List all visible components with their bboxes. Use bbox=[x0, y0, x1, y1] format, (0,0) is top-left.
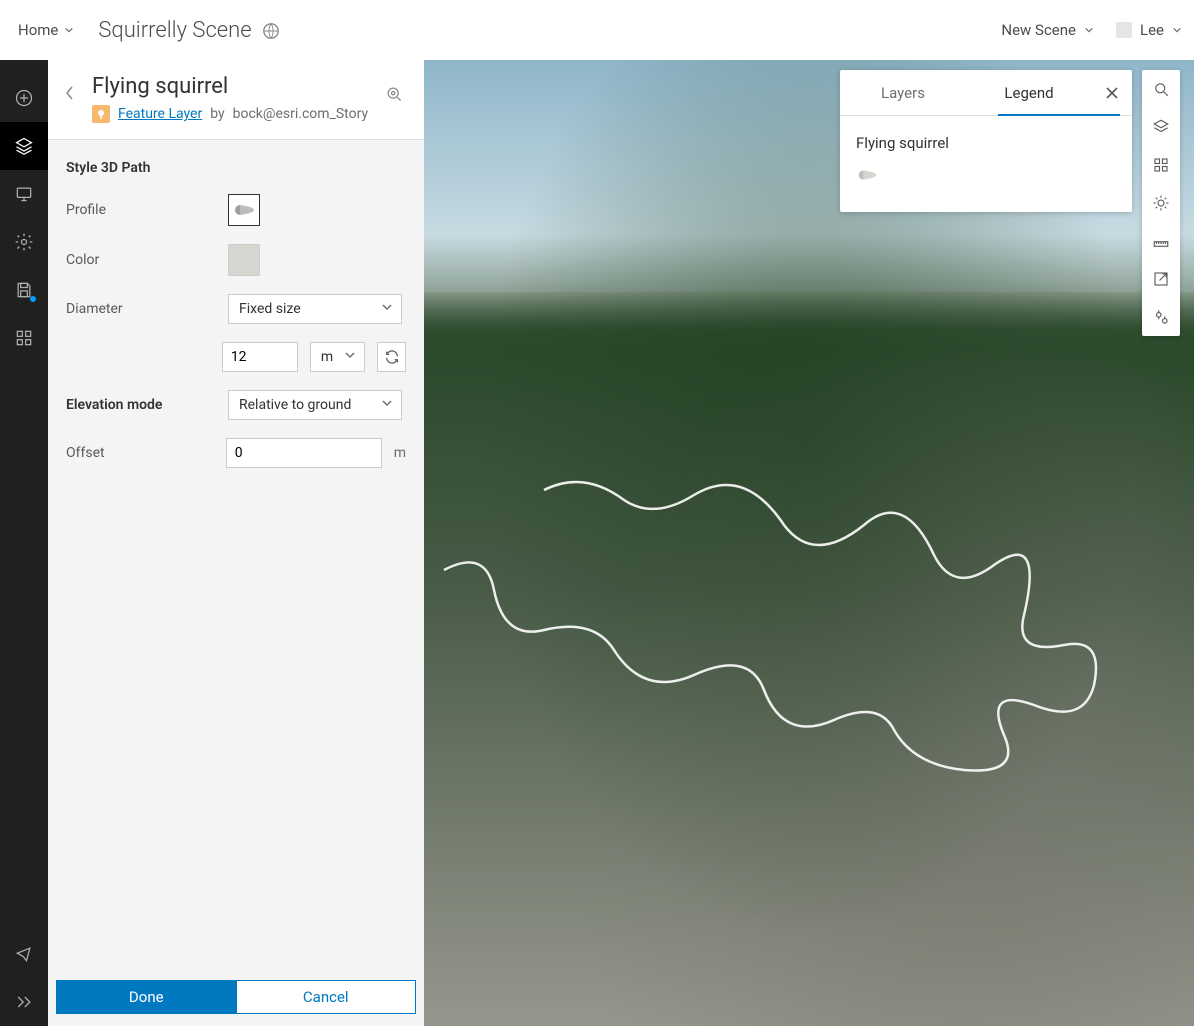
offset-value-input[interactable] bbox=[226, 438, 382, 468]
chevron-down-icon bbox=[381, 301, 393, 317]
home-label: Home bbox=[18, 21, 58, 39]
legend-panel: Layers Legend Flying squirrel bbox=[840, 70, 1132, 212]
chevron-down-icon bbox=[1172, 25, 1182, 35]
profile-label: Profile bbox=[66, 202, 216, 218]
panel-header: Flying squirrel Feature Layer by bock@es… bbox=[48, 60, 424, 140]
tool-rail bbox=[1142, 70, 1180, 336]
scene-title: Squirrelly Scene bbox=[98, 18, 251, 43]
color-picker[interactable] bbox=[228, 244, 260, 276]
zoom-to-layer-button[interactable] bbox=[384, 74, 408, 108]
chevron-down-icon bbox=[1084, 25, 1094, 35]
diameter-value-input[interactable] bbox=[222, 342, 298, 372]
legend-symbol-icon bbox=[856, 166, 878, 184]
owner-label: bock@esri.com_Story bbox=[233, 106, 368, 122]
rail-collapse[interactable] bbox=[0, 978, 48, 1026]
tool-search[interactable] bbox=[1142, 70, 1180, 108]
rail-apps[interactable] bbox=[0, 314, 48, 362]
back-button[interactable] bbox=[56, 74, 84, 102]
user-label: Lee bbox=[1140, 21, 1164, 39]
rail-add[interactable] bbox=[0, 74, 48, 122]
style-panel: Flying squirrel Feature Layer by bock@es… bbox=[48, 60, 424, 1026]
scene-view[interactable]: Layers Legend Flying squirrel bbox=[424, 60, 1194, 1026]
feature-layer-icon bbox=[92, 105, 110, 123]
tab-legend[interactable]: Legend bbox=[966, 70, 1092, 115]
user-menu[interactable]: Lee bbox=[1116, 21, 1182, 39]
rail-feedback[interactable] bbox=[0, 930, 48, 978]
tab-indicator bbox=[998, 114, 1120, 116]
diameter-unit-value: m bbox=[321, 349, 333, 365]
chevron-down-icon bbox=[64, 25, 74, 35]
rail-layers[interactable] bbox=[0, 122, 48, 170]
home-menu[interactable]: Home bbox=[12, 21, 80, 39]
rail-settings[interactable] bbox=[0, 218, 48, 266]
offset-unit: m bbox=[394, 445, 406, 461]
layer-type-link[interactable]: Feature Layer bbox=[118, 106, 202, 122]
tool-share[interactable] bbox=[1142, 260, 1180, 298]
rail-present[interactable] bbox=[0, 170, 48, 218]
tool-measure[interactable] bbox=[1142, 222, 1180, 260]
new-scene-menu[interactable]: New Scene bbox=[1001, 21, 1094, 39]
globe-icon bbox=[262, 21, 280, 39]
tool-daylight[interactable] bbox=[1142, 184, 1180, 222]
layer-title: Flying squirrel bbox=[92, 74, 376, 99]
elevation-mode-select[interactable]: Relative to ground bbox=[228, 390, 402, 420]
diameter-label: Diameter bbox=[66, 301, 216, 317]
done-button[interactable]: Done bbox=[56, 980, 237, 1014]
new-scene-label: New Scene bbox=[1001, 21, 1076, 39]
rail-save[interactable] bbox=[0, 266, 48, 314]
close-button[interactable] bbox=[1092, 85, 1132, 101]
diameter-unit-select[interactable]: m bbox=[310, 342, 365, 372]
tool-configure[interactable] bbox=[1142, 298, 1180, 336]
color-label: Color bbox=[66, 252, 216, 268]
diameter-mode-value: Fixed size bbox=[239, 301, 301, 317]
elevation-mode-label: Elevation mode bbox=[66, 397, 216, 413]
unsaved-indicator-icon bbox=[30, 296, 36, 302]
diameter-mode-select[interactable]: Fixed size bbox=[228, 294, 402, 324]
profile-picker[interactable] bbox=[228, 194, 260, 226]
offset-label: Offset bbox=[66, 445, 214, 461]
tool-basemap[interactable] bbox=[1142, 146, 1180, 184]
chevron-down-icon bbox=[381, 397, 393, 413]
recalculate-button[interactable] bbox=[377, 342, 406, 372]
left-rail bbox=[0, 60, 48, 1026]
elevation-mode-value: Relative to ground bbox=[239, 397, 351, 413]
chevron-down-icon bbox=[344, 349, 356, 365]
avatar bbox=[1116, 22, 1132, 38]
app-header: Home Squirrelly Scene New Scene Lee bbox=[0, 0, 1194, 60]
by-label: by bbox=[210, 106, 224, 122]
cancel-button[interactable]: Cancel bbox=[237, 980, 417, 1014]
legend-layer-name: Flying squirrel bbox=[856, 134, 1116, 152]
scene-title-group: Squirrelly Scene bbox=[98, 18, 279, 43]
section-title: Style 3D Path bbox=[66, 160, 406, 176]
tab-layers[interactable]: Layers bbox=[840, 70, 966, 115]
tool-layers[interactable] bbox=[1142, 108, 1180, 146]
